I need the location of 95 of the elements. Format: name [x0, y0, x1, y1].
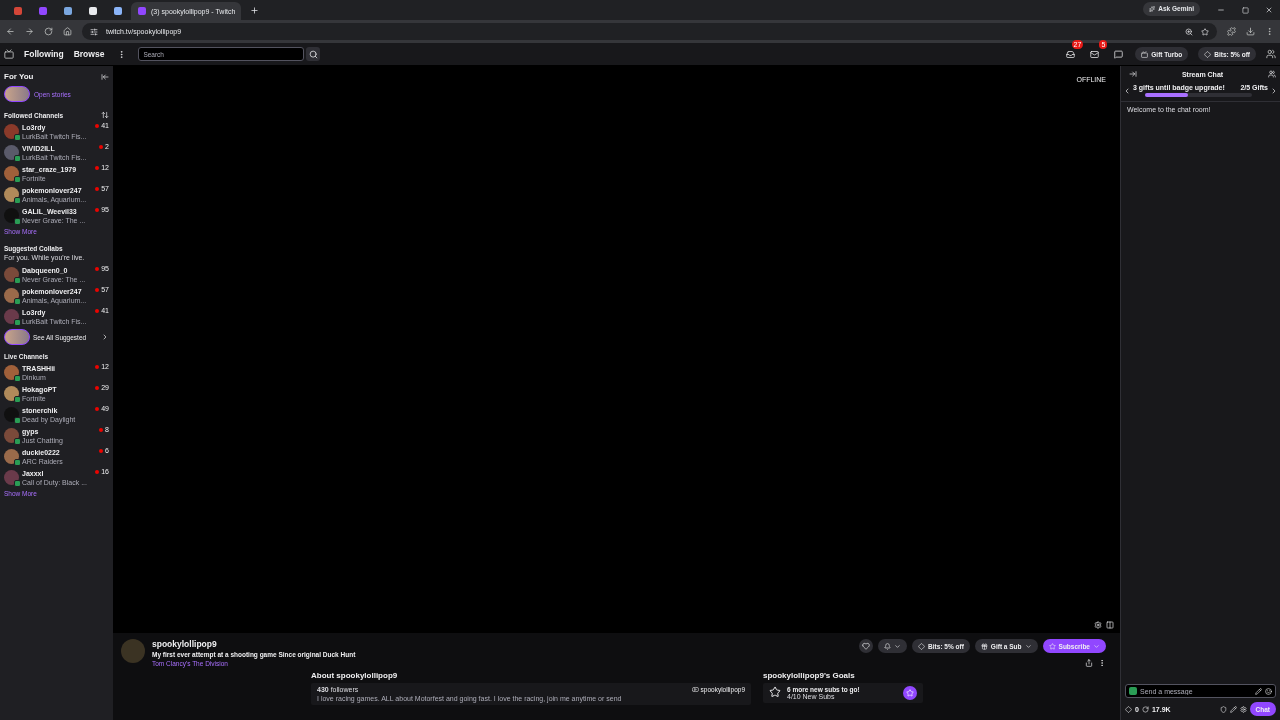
- caret-icon: [894, 642, 902, 650]
- subscribe-goal-button[interactable]: [903, 686, 917, 700]
- search-button[interactable]: [306, 47, 321, 61]
- download-icon[interactable]: [1246, 27, 1255, 36]
- caret-icon: [1024, 642, 1032, 650]
- live-dot-icon: [95, 123, 100, 128]
- live-dot-icon: [95, 266, 100, 271]
- avatar-icon: [4, 288, 19, 303]
- collapse-chat-icon[interactable]: [1129, 70, 1137, 78]
- extensions-icon[interactable]: [1227, 27, 1236, 36]
- channel-avatar-icon: [121, 639, 145, 663]
- chat-bubble-icon: [1113, 49, 1123, 59]
- caret-icon: [1093, 642, 1100, 650]
- collapse-icon[interactable]: [101, 72, 109, 81]
- sort-icon[interactable]: [101, 111, 109, 119]
- live-dot-icon: [95, 364, 100, 369]
- live-dot-icon: [95, 406, 100, 411]
- star-icon: [1048, 642, 1056, 650]
- sparkle-icon: [1149, 5, 1156, 12]
- live-dot-icon: [95, 385, 100, 390]
- site-icon: [63, 7, 72, 15]
- previous-icon[interactable]: [1123, 86, 1131, 95]
- theatre-mode-icon[interactable]: [1106, 621, 1114, 629]
- live-dot-icon: [99, 144, 104, 149]
- menu-icon[interactable]: [1265, 27, 1274, 36]
- diamond-icon: [918, 642, 926, 650]
- goals-title: spookylollipop9's Goals: [763, 671, 856, 680]
- close-icon: [1265, 6, 1273, 14]
- bits-icon[interactable]: [1125, 705, 1132, 713]
- chevron-right-icon: [101, 333, 109, 341]
- shield-icon[interactable]: [1219, 705, 1227, 713]
- notifications-button[interactable]: [878, 639, 908, 653]
- avatar-icon: [4, 208, 19, 223]
- avatar-icon: [4, 124, 19, 139]
- search-icon: [308, 49, 318, 59]
- more-icon[interactable]: [1098, 659, 1106, 667]
- live-dot-icon: [95, 186, 100, 191]
- avatar-icon: [4, 365, 19, 380]
- inbox-icon: [1065, 49, 1075, 59]
- avatar-icon: [4, 166, 19, 181]
- reload-icon[interactable]: [44, 27, 53, 36]
- avatar-icon: [4, 145, 19, 160]
- forward-icon[interactable]: [25, 27, 34, 36]
- about-title: About spookylollipop9: [311, 671, 399, 680]
- avatar-icon: [4, 187, 19, 202]
- diamond-icon: [1204, 50, 1212, 58]
- bookmark-star-icon[interactable]: [1201, 27, 1209, 36]
- users-icon[interactable]: [1268, 70, 1276, 78]
- heart-icon: [862, 642, 871, 650]
- live-dot-icon: [95, 287, 100, 292]
- plus-icon: [249, 5, 259, 15]
- nav-link[interactable]: Following: [24, 49, 64, 59]
- avatar-icon: [4, 267, 19, 282]
- sidebar-title: For You: [4, 72, 34, 81]
- star-icon: [906, 689, 914, 697]
- emoji-icon: [1265, 687, 1272, 695]
- next-icon[interactable]: [1270, 86, 1278, 95]
- back-icon[interactable]: [6, 27, 15, 36]
- bell-icon: [884, 642, 892, 650]
- home-icon[interactable]: [63, 27, 72, 36]
- site-icon: [138, 7, 146, 15]
- avatar-icon: [4, 470, 19, 485]
- badge-icon: [1129, 687, 1137, 695]
- live-dot-icon: [95, 308, 100, 313]
- mail-icon: [1089, 49, 1099, 59]
- site-icon: [88, 7, 97, 15]
- minimize-icon: [1217, 6, 1225, 14]
- live-dot-icon: [99, 427, 104, 432]
- avatar-icon: [4, 428, 19, 443]
- maximize-icon: [1241, 6, 1249, 14]
- tv-icon: [1141, 50, 1149, 58]
- video-icon: [691, 686, 699, 693]
- gift-icon: [980, 642, 988, 650]
- site-icon: [13, 7, 22, 15]
- site-icon: [113, 7, 122, 15]
- site-settings-icon[interactable]: [90, 27, 98, 36]
- live-dot-icon: [95, 165, 100, 170]
- pencil-icon[interactable]: [1229, 705, 1237, 713]
- follow-button[interactable]: [859, 639, 874, 653]
- star-icon: [769, 686, 781, 698]
- avatar-icon: [4, 309, 19, 324]
- avatar-icon: [4, 407, 19, 422]
- site-icon: [38, 7, 47, 15]
- channel-name: spookylollipop9: [152, 639, 218, 649]
- pencil-icon: [1255, 687, 1262, 695]
- chat-bubble-button[interactable]: [1111, 47, 1126, 61]
- live-dot-icon: [99, 448, 104, 453]
- profile-avatar-icon[interactable]: [1266, 49, 1276, 59]
- share-icon[interactable]: [1085, 659, 1093, 667]
- nav-link[interactable]: Browse: [73, 49, 105, 59]
- zoom-icon[interactable]: [1185, 27, 1193, 36]
- avatar-icon: [4, 386, 19, 401]
- live-dot-icon: [95, 469, 100, 474]
- live-dot-icon: [95, 207, 100, 212]
- avatar-icon: [4, 449, 19, 464]
